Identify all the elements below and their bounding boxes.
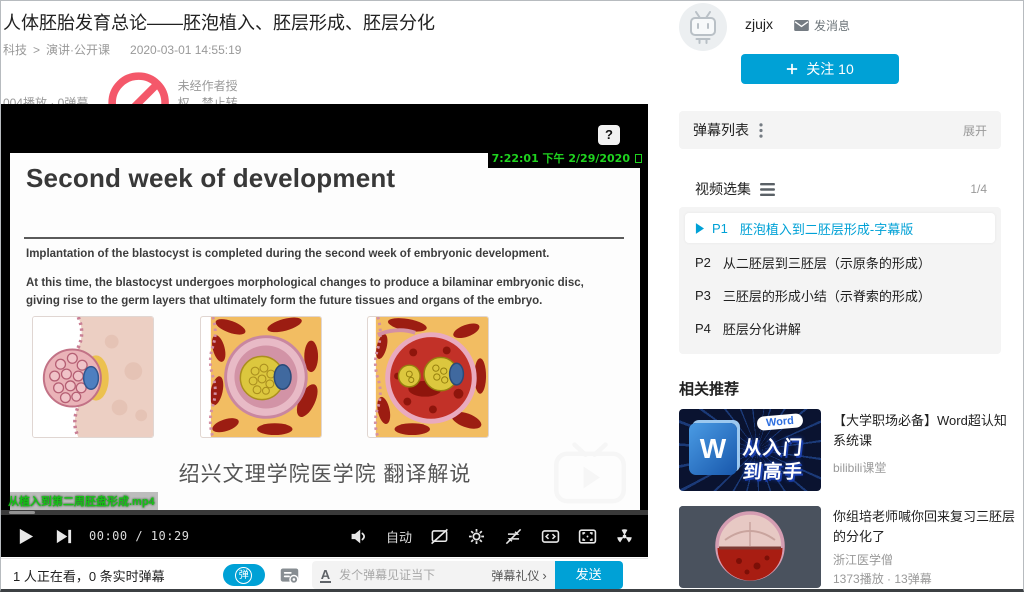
tv-play-icon[interactable] [549, 441, 631, 509]
plus-icon [786, 63, 798, 75]
video-timestamp-overlay: 7:22:01 下午 2/29/2020 [488, 148, 646, 168]
danmaku-block-icon[interactable] [429, 526, 449, 546]
settings-gear-icon[interactable] [466, 526, 486, 546]
widescreen-icon[interactable] [540, 526, 560, 546]
time-display: 00:00 / 10:29 [89, 529, 189, 543]
expand-link[interactable]: 展开 [963, 122, 987, 139]
progress-played [9, 511, 35, 514]
publish-date: 2020-03-01 14:55:19 [130, 43, 241, 57]
slide-paragraph-2: At this time, the blastocyst undergoes m… [26, 275, 611, 311]
slide-title: Second week of development [26, 163, 395, 194]
breadcrumb-category[interactable]: 科技 [3, 41, 27, 58]
more-dots-icon[interactable] [759, 123, 763, 138]
font-style-icon[interactable]: A [320, 568, 331, 583]
send-danmaku-button[interactable]: 发送 [555, 561, 623, 589]
live-status-text: 1 人正在看，0 条实时弹幕 [13, 566, 165, 585]
danmaku-toggle[interactable]: 弹 [223, 564, 265, 586]
video-page: 人体胚胎发育总论——胚泡植入、胚层形成、胚层分化 科技 > 演讲·公开课 202… [0, 0, 1024, 592]
related-video-source[interactable]: bilibili课堂 [833, 459, 886, 476]
player-controls: 00:00 / 10:29 自动 [1, 515, 648, 557]
breadcrumb: 科技 > 演讲·公开课 2020-03-01 14:55:19 [3, 41, 241, 58]
related-title: 相关推荐 [679, 378, 739, 399]
chevron-right-icon: › [542, 568, 546, 583]
fan-mode-icon[interactable] [614, 526, 634, 546]
related-thumbnail-word-course[interactable]: W Word 从入门 到高手 [679, 409, 821, 491]
danmaku-input-box[interactable]: A 弹幕礼仪 › [312, 561, 555, 589]
playlist-item-p3[interactable]: P3 三胚层的形成小结（示脊索的形成） [685, 286, 995, 305]
playlist-item-p1[interactable]: P1 胚泡植入到二胚层形成-字幕版 [685, 213, 995, 243]
slide-paragraph-1: Implantation of the blastocyst is comple… [26, 246, 611, 264]
danmaku-list-panel[interactable]: 弹幕列表 展开 [679, 111, 1001, 149]
related-video-title[interactable]: 你组培老师喊你回来复习三胚层的分化了 [833, 507, 1019, 547]
related-thumbnail-embryo[interactable] [679, 506, 821, 588]
word-logo: W [689, 423, 737, 475]
figure-implanted-blastocyst [200, 316, 322, 438]
playlist-page-indicator: 1/4 [970, 182, 987, 196]
breadcrumb-subcategory[interactable]: 演讲·公开课 [46, 41, 110, 58]
play-button[interactable] [15, 526, 35, 546]
send-message-link[interactable]: 发消息 [794, 17, 850, 34]
uploader-avatar[interactable] [679, 3, 727, 51]
playlist: P1 胚泡植入到二胚层形成-字幕版 P2 从二胚层到三胚层（示原条的形成） P3… [679, 207, 1001, 354]
danmaku-type-block-icon[interactable] [503, 526, 523, 546]
subtitle-caption: 绍兴文理学院医学院 翻译解说 [10, 458, 640, 488]
uploader-name[interactable]: zjujx [745, 16, 773, 32]
playlist-item-p4[interactable]: P4 胚层分化讲解 [685, 319, 995, 338]
related-video-source[interactable]: 浙江医学僧 [833, 551, 893, 568]
playing-icon [695, 223, 704, 234]
figure-blastocyst-implantation [32, 316, 154, 438]
breadcrumb-separator: > [33, 43, 40, 57]
figure-lacunae-stage [367, 316, 489, 438]
video-frame-slide: Second week of development Implantation … [10, 153, 640, 510]
playlist-header: 视频选集 1/4 [679, 179, 1001, 199]
volume-icon[interactable] [349, 526, 369, 546]
quality-selector[interactable]: 自动 [386, 527, 412, 546]
danmaku-list-title: 弹幕列表 [693, 120, 749, 140]
related-video-stats: 1373播放 · 13弹幕 [833, 570, 932, 587]
video-player[interactable]: ? 7:22:01 下午 2/29/2020 Second week of de… [1, 104, 648, 557]
danmaku-input[interactable] [339, 568, 491, 582]
next-episode-button[interactable] [53, 526, 73, 546]
source-filename-overlay: 从植入到第二周胚盘形成.mp4 [5, 492, 158, 510]
related-video-title[interactable]: 【大学职场必备】Word超认知系统课 [833, 411, 1019, 451]
page-title: 人体胚胎发育总论——胚泡植入、胚层形成、胚层分化 [3, 9, 643, 35]
follow-button[interactable]: 关注 10 [741, 54, 899, 84]
help-button[interactable]: ? [598, 125, 620, 145]
envelope-icon [794, 20, 809, 31]
danmaku-settings-icon[interactable] [279, 565, 300, 586]
playlist-title: 视频选集 [695, 179, 751, 199]
list-icon [760, 183, 775, 196]
slide-divider [24, 237, 624, 239]
danmaku-send-bar: 1 人正在看，0 条实时弹幕 弹 A 弹幕礼仪 › 发送 [1, 558, 648, 591]
word-badge: Word [756, 413, 803, 431]
playlist-item-p2[interactable]: P2 从二胚层到三胚层（示原条的形成） [685, 253, 995, 272]
timestamp-cursor [635, 154, 642, 163]
fullscreen-icon[interactable] [577, 526, 597, 546]
danmaku-etiquette-link[interactable]: 弹幕礼仪 › [491, 567, 546, 584]
